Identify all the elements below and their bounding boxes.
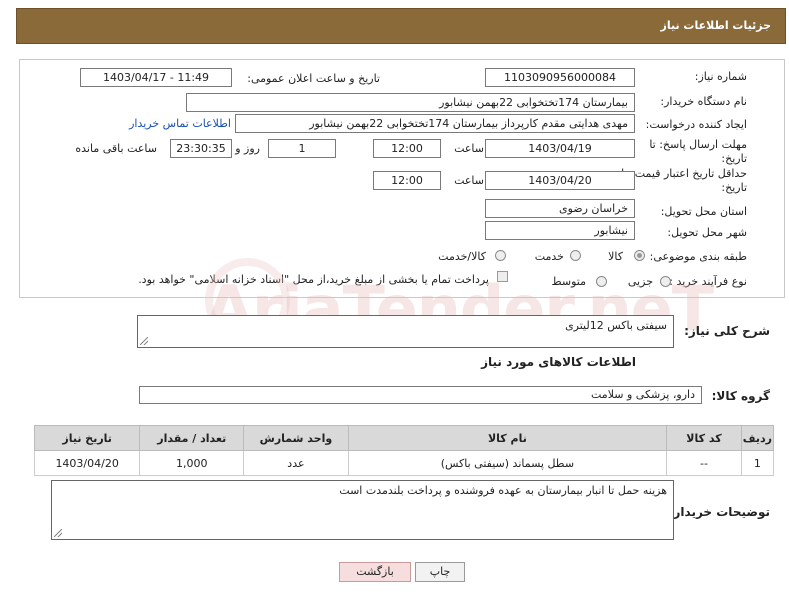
requester-label: ایجاد کننده درخواست: — [645, 118, 747, 131]
goods-section-title: اطلاعات کالاهای مورد نیاز — [481, 355, 636, 369]
page-header: جزئیات اطلاعات نیاز — [16, 8, 786, 44]
cell-row-number: 1 — [740, 450, 775, 476]
description-text: سیفتی باکس 12لیتری — [565, 319, 667, 332]
city-field: نیشابور — [485, 221, 635, 240]
table-header-row: ردیف کد کالا نام کالا واحد شمارش تعداد /… — [33, 425, 775, 451]
deadline-time-label: ساعت — [454, 142, 484, 155]
remaining-time-field: 23:30:35 — [170, 139, 232, 158]
resize-grip-icon[interactable] — [54, 529, 62, 537]
back-button[interactable]: بازگشت — [339, 562, 411, 582]
price-validity-date-field: 1403/04/20 — [485, 171, 635, 190]
cell-need-date: 1403/04/20 — [33, 450, 141, 476]
category-label: طبقه بندی موضوعی: — [649, 250, 747, 263]
buyer-notes-text: هزینه حمل تا انبار بیمارستان به عهده فرو… — [339, 484, 667, 497]
col-header-item-name: نام کالا — [347, 425, 668, 451]
description-textarea[interactable]: سیفتی باکس 12لیتری — [137, 315, 674, 348]
category-radio-goods[interactable] — [634, 250, 645, 261]
buyer-org-label: نام دستگاه خریدار: — [660, 95, 747, 108]
need-number-field: 1103090956000084 — [485, 68, 635, 87]
deadline-days-label: روز و — [235, 142, 260, 155]
remaining-time-label: ساعت باقی مانده — [75, 142, 157, 155]
cell-item-name: سطل پسماند (سیفتی باکس) — [347, 450, 668, 476]
price-validity-time-label: ساعت — [454, 174, 484, 187]
col-header-row-number: ردیف — [740, 425, 775, 451]
description-label: شرح کلی نیاز: — [684, 324, 770, 338]
price-validity-label-line2: تاریخ: — [721, 181, 747, 194]
page-title: جزئیات اطلاعات نیاز — [660, 19, 772, 32]
col-header-need-date: تاریخ نیاز — [33, 425, 141, 451]
contact-buyer-link[interactable]: اطلاعات تماس خریدار — [129, 117, 231, 130]
category-option-goods-service: کالا/خدمت — [438, 250, 486, 263]
col-header-item-code: کد کالا — [666, 425, 742, 451]
cell-quantity: 1,000 — [139, 450, 245, 476]
buyer-notes-label: توضیحات خریدار: — [668, 505, 770, 519]
table-row: 1 -- سطل پسماند (سیفتی باکس) عدد 1,000 1… — [33, 450, 775, 476]
deadline-date-field: 1403/04/19 — [485, 139, 635, 158]
province-label: استان محل تحویل: — [660, 205, 747, 218]
col-header-unit: واحد شمارش — [243, 425, 349, 451]
deadline-time-field: 12:00 — [373, 139, 441, 158]
col-header-quantity: تعداد / مقدار — [139, 425, 245, 451]
requester-field: مهدی هدایتی مقدم کارپرداز بیمارستان 174ت… — [235, 114, 635, 133]
city-label: شهر محل تحویل: — [667, 226, 747, 239]
deadline-label-line1: مهلت ارسال پاسخ: تا — [649, 138, 747, 151]
price-validity-time-field: 12:00 — [373, 171, 441, 190]
print-button[interactable]: چاپ — [415, 562, 465, 582]
deadline-days-field: 1 — [268, 139, 336, 158]
cell-unit: عدد — [243, 450, 349, 476]
goods-group-field: دارو، پزشکی و سلامت — [139, 386, 702, 404]
buyer-notes-textarea[interactable]: هزینه حمل تا انبار بیمارستان به عهده فرو… — [51, 480, 674, 540]
province-field: خراسان رضوی — [485, 199, 635, 218]
category-option-goods: کالا — [608, 250, 623, 263]
announce-datetime-label: تاریخ و ساعت اعلان عمومی: — [247, 72, 380, 85]
buyer-org-field: بیمارستان 174تختخوابی 22بهمن نیشابور — [186, 93, 635, 112]
category-radio-service[interactable] — [570, 250, 581, 261]
price-validity-label-line1: حداقل تاریخ اعتبار قیمت: تا — [621, 167, 747, 180]
deadline-label-line2: تاریخ: — [721, 152, 747, 165]
cell-item-code: -- — [666, 450, 742, 476]
category-option-service: خدمت — [534, 250, 564, 263]
resize-grip-icon[interactable] — [140, 337, 148, 345]
need-number-label: شماره نیاز: — [694, 70, 747, 83]
goods-table: ردیف کد کالا نام کالا واحد شمارش تعداد /… — [33, 425, 775, 476]
goods-group-label: گروه کالا: — [711, 389, 770, 403]
announce-datetime-field: 1403/04/17 - 11:49 — [80, 68, 232, 87]
category-radio-goods-service[interactable] — [495, 250, 506, 261]
